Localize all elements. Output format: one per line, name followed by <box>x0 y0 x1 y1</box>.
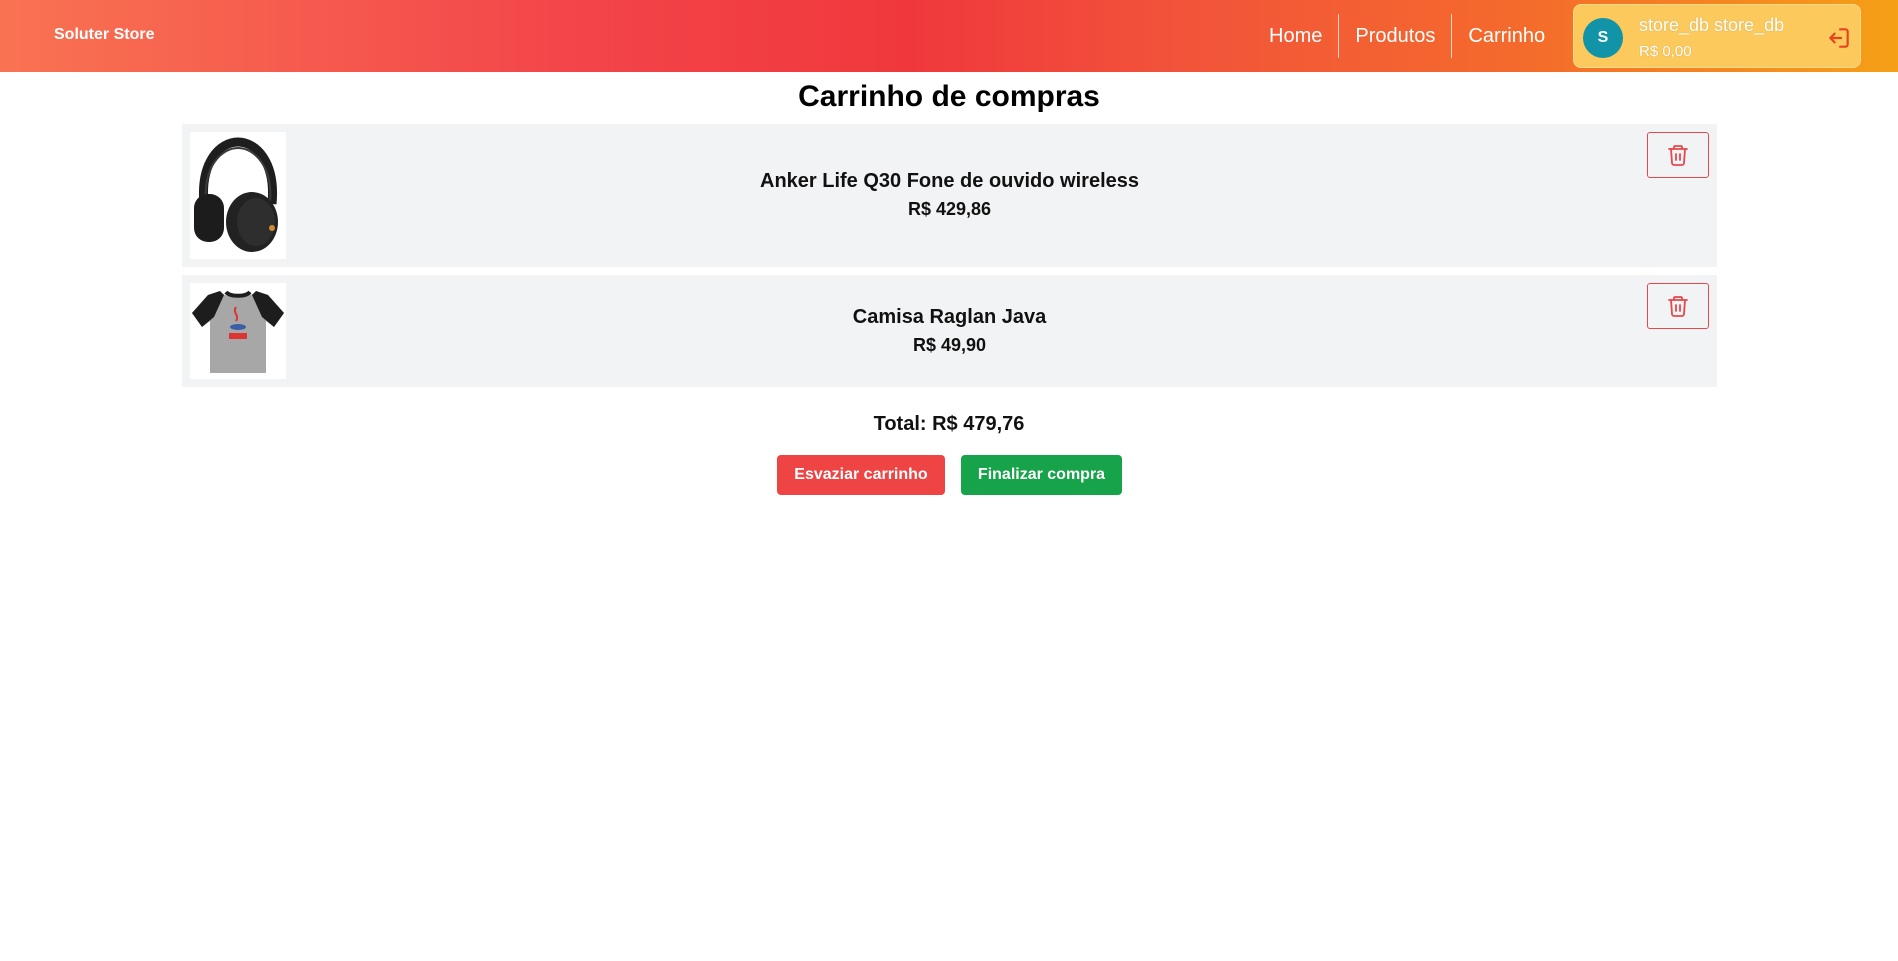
logout-icon[interactable] <box>1826 25 1852 51</box>
checkout-button[interactable]: Finalizar compra <box>961 455 1122 495</box>
trash-icon <box>1668 296 1688 317</box>
empty-cart-button[interactable]: Esvaziar carrinho <box>777 455 945 495</box>
delete-item-button[interactable] <box>1647 283 1709 329</box>
brand-logo[interactable]: Soluter Store <box>54 26 154 44</box>
nav-link-carrinho[interactable]: Carrinho <box>1451 14 1561 58</box>
nav-link-home[interactable]: Home <box>1253 14 1338 58</box>
delete-item-button[interactable] <box>1647 132 1709 178</box>
item-price: R$ 429,86 <box>907 199 992 219</box>
item-name: Camisa Raglan Java <box>852 306 1047 328</box>
avatar: S <box>1583 18 1623 58</box>
cart-total: Total: R$ 479,76 <box>873 413 1025 435</box>
page-title: Carrinho de compras <box>798 80 1100 113</box>
item-info: Camisa Raglan Java R$ 49,90 <box>182 306 1717 356</box>
item-name: Anker Life Q30 Fone de ouvido wireless <box>760 170 1139 192</box>
item-price: R$ 49,90 <box>912 335 987 355</box>
nav-link-produtos[interactable]: Produtos <box>1338 14 1451 58</box>
user-name: store_db store_db <box>1639 15 1785 35</box>
user-balance: R$ 0,00 <box>1639 43 1692 60</box>
trash-icon <box>1668 145 1688 166</box>
item-info: Anker Life Q30 Fone de ouvido wireless R… <box>182 170 1717 220</box>
cart-item: Camisa Raglan Java R$ 49,90 <box>182 275 1717 387</box>
navbar: Soluter Store Home Produtos Carrinho S s… <box>0 0 1898 72</box>
nav-links: Home Produtos Carrinho <box>1253 14 1561 58</box>
user-menu: S store_db store_db R$ 0,00 <box>1573 4 1861 68</box>
cart-item: Anker Life Q30 Fone de ouvido wireless R… <box>182 124 1717 267</box>
